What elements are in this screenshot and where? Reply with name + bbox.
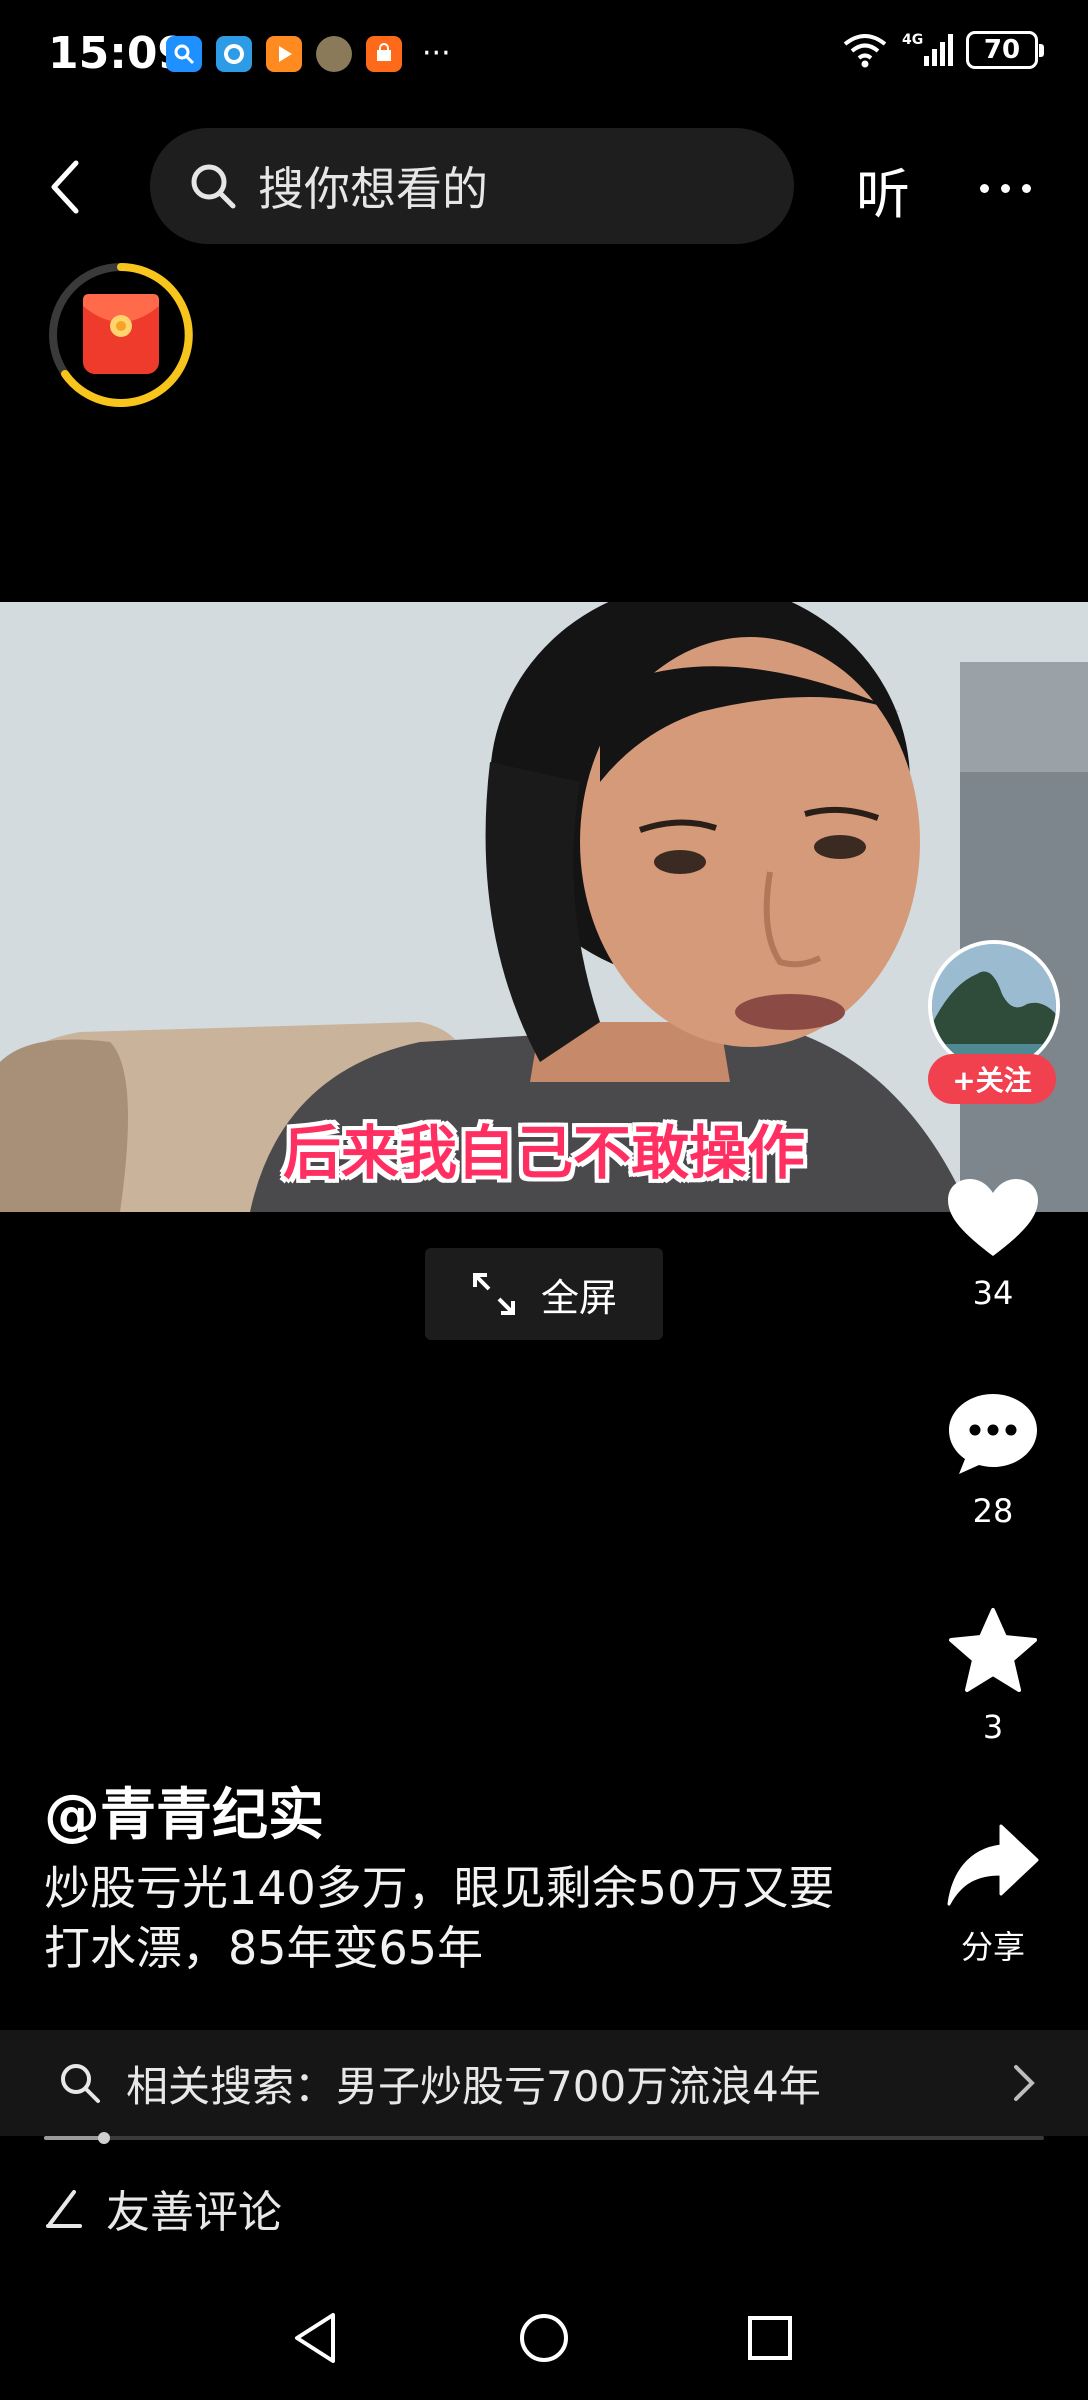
avatar-image — [932, 944, 1056, 1068]
nav-back-button[interactable] — [286, 2308, 346, 2368]
progress-fill — [44, 2136, 104, 2140]
red-envelope-icon — [49, 263, 193, 407]
cellular-4g-icon: 4G — [902, 32, 953, 66]
dot-icon — [1001, 183, 1010, 193]
chevron-left-icon — [51, 160, 79, 214]
battery-indicator: 70 — [966, 31, 1044, 69]
author-name[interactable]: @青青纪实 — [44, 1770, 324, 1851]
chevron-right-icon — [1014, 2065, 1035, 2101]
favorite-count: 3 — [982, 1708, 1004, 1746]
system-navigation-bar — [0, 2300, 1088, 2380]
author-avatar-group: +关注 — [924, 940, 1064, 1104]
red-packet-button[interactable] — [46, 260, 196, 410]
share-label: 分享 — [960, 1928, 1025, 1966]
listen-button[interactable]: 听 — [856, 150, 910, 229]
status-indicators: 4G 70 — [840, 30, 1044, 70]
dot-icon — [1022, 183, 1031, 193]
pen-icon — [46, 2190, 82, 2228]
avatar-app-icon — [316, 36, 352, 72]
search-app-icon — [166, 36, 202, 72]
wifi-icon — [843, 34, 887, 68]
search-icon — [191, 164, 236, 209]
nav-recents-button[interactable] — [740, 2308, 800, 2368]
comment-input[interactable]: 友善评论 — [44, 2176, 282, 2240]
browser-app-icon — [216, 36, 252, 72]
back-button[interactable] — [40, 152, 90, 222]
svg-text:4G: 4G — [902, 32, 923, 48]
more-options-button[interactable] — [980, 168, 1050, 208]
more-notifications-icon: ··· — [422, 36, 451, 71]
star-icon — [949, 1608, 1037, 1692]
video-app-icon — [266, 36, 302, 72]
video-progress-bar[interactable] — [44, 2132, 1044, 2144]
favorite-button[interactable]: 3 — [926, 1606, 1060, 1746]
nav-home-button[interactable] — [514, 2308, 574, 2368]
fullscreen-button[interactable]: 全屏 — [425, 1248, 663, 1340]
comment-button[interactable]: 28 — [926, 1390, 1060, 1530]
share-button[interactable]: 分享 — [926, 1822, 1060, 1968]
video-subtitle: 后来我自己不敢操作 — [282, 1119, 805, 1187]
search-input[interactable]: 搜你想看的 — [150, 128, 794, 244]
comment-placeholder: 友善评论 — [106, 2187, 282, 2238]
search-placeholder: 搜你想看的 — [258, 162, 488, 216]
square-recents-icon — [748, 2316, 792, 2360]
dot-icon — [980, 183, 989, 193]
avatar[interactable] — [928, 940, 1060, 1072]
search-icon — [61, 2064, 100, 2103]
like-button[interactable]: 34 — [926, 1176, 1060, 1312]
notification-icons: ··· — [166, 36, 451, 72]
fullscreen-label: 全屏 — [540, 1275, 617, 1320]
related-search-text: 相关搜索：男子炒股亏700万流浪4年 — [126, 2061, 821, 2111]
circle-home-icon — [520, 2314, 568, 2362]
comment-count: 28 — [972, 1492, 1014, 1530]
related-search-bar[interactable]: 相关搜索：男子炒股亏700万流浪4年 — [0, 2030, 1088, 2136]
comment-bubble-icon — [949, 1394, 1037, 1474]
share-arrow-icon — [947, 1824, 1039, 1906]
follow-button[interactable]: +关注 — [928, 1054, 1056, 1104]
progress-knob[interactable] — [98, 2132, 110, 2144]
shop-app-icon — [366, 36, 402, 72]
expand-icon — [472, 1273, 515, 1315]
triangle-back-icon — [295, 2313, 335, 2363]
post-description: 炒股亏光140多万，眼见剩余50万又要打水漂，85年变65年 — [44, 1861, 835, 1975]
heart-icon — [948, 1179, 1038, 1256]
status-bar: 15:09 ··· 4G 70 — [0, 0, 1088, 110]
like-count: 34 — [972, 1274, 1014, 1312]
